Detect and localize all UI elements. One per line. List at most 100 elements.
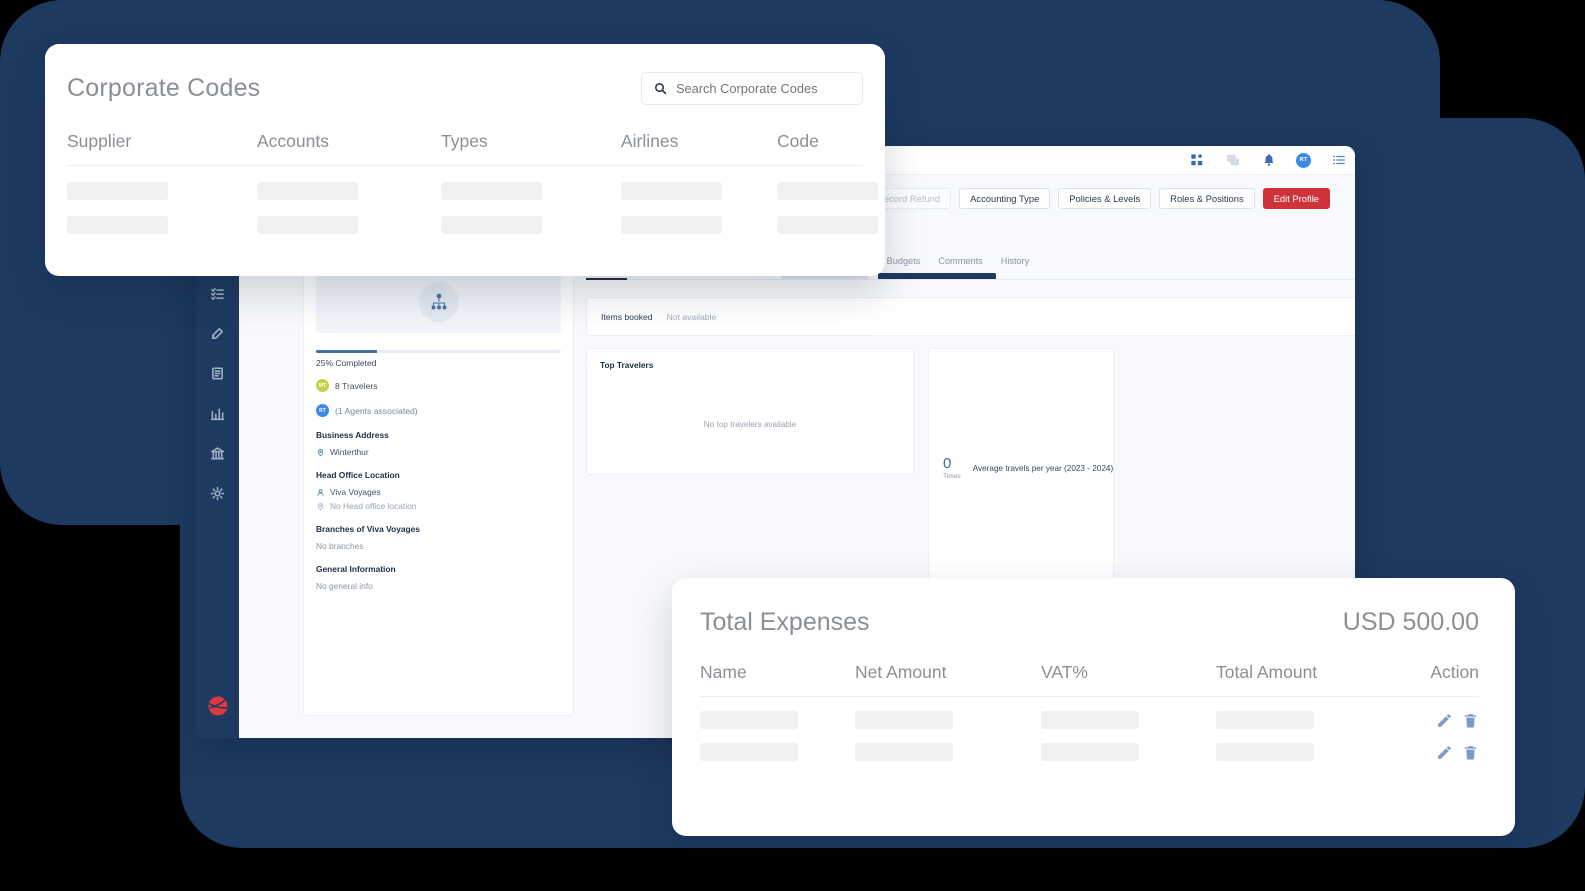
cell-vat-placeholder [1041, 743, 1216, 761]
cell-code-placeholder [777, 182, 907, 200]
edit-profile-button[interactable]: Edit Profile [1262, 187, 1330, 209]
cell-supplier-placeholder [67, 216, 257, 234]
column-header-total-amount: Total Amount [1216, 662, 1318, 682]
column-header-code: Code [777, 131, 819, 151]
page-title: Corporate Codes [67, 74, 261, 102]
search-icon [654, 82, 667, 95]
roles-positions-button[interactable]: Roles & Positions [1159, 187, 1255, 209]
tab-budgets[interactable]: Budgets [887, 256, 921, 272]
traveler-badge: MT [316, 379, 329, 392]
cell-total-amount-placeholder [1216, 743, 1419, 761]
cell-name-placeholder [700, 743, 855, 761]
cell-types-placeholder [441, 216, 621, 234]
row-actions [1419, 712, 1479, 729]
list-icon[interactable] [1330, 152, 1347, 169]
column-header-net-amount: Net Amount [855, 662, 947, 682]
column-header-types: Types [441, 131, 488, 151]
total-expenses-card: Total Expenses USD 500.00 Name Net Amoun… [672, 578, 1515, 836]
delete-icon[interactable] [1462, 712, 1479, 729]
head-office-company-line: Viva Voyages [316, 487, 561, 497]
org-thumbnail [316, 271, 561, 333]
tab-comments[interactable]: Comments [938, 256, 982, 272]
kpi-value: 0 [943, 455, 952, 472]
completion-progress-label: 25% Completed [316, 358, 377, 368]
expenses-table: Name Net Amount VAT% Total Amount Action [700, 662, 1479, 761]
cell-total-amount-placeholder [1216, 711, 1419, 729]
task-list-icon[interactable] [205, 280, 231, 306]
avatar[interactable]: RT [1296, 152, 1311, 168]
apps-grid-icon[interactable] [1188, 152, 1205, 169]
corporate-codes-card: Corporate Codes Supplier Accounts Types … [45, 44, 885, 276]
table-row [67, 166, 878, 200]
bank-icon[interactable] [205, 440, 231, 466]
pin-icon [317, 502, 324, 510]
delete-icon[interactable] [1462, 744, 1479, 761]
business-address-value: Winterthur [330, 447, 369, 457]
top-travelers-panel: Top Travelers No top travelers available [586, 348, 914, 475]
edit-icon[interactable] [1436, 744, 1453, 761]
cell-vat-placeholder [1041, 711, 1216, 729]
policies-levels-button[interactable]: Policies & Levels [1058, 187, 1152, 209]
globe-logo-icon[interactable] [206, 694, 230, 718]
head-office-location-value: No Head office location [330, 501, 417, 511]
edit-note-icon[interactable] [205, 320, 231, 346]
branches-value: No branches [316, 541, 364, 551]
kpi-description: Average travels per year (2023 - 2024) [972, 463, 1114, 473]
agents-row[interactable]: RT (1 Agents associated) [316, 404, 561, 417]
travelers-label: 8 Travelers [335, 380, 378, 391]
page-title: Total Expenses [700, 608, 870, 636]
tab-history[interactable]: History [1001, 256, 1030, 272]
cell-types-placeholder [441, 182, 621, 200]
chat-icon[interactable] [1224, 152, 1241, 169]
cell-airlines-placeholder [621, 182, 777, 200]
accounting-type-button[interactable]: Accounting Type [959, 187, 1051, 209]
general-information-title: General Information [316, 564, 396, 574]
cell-net-amount-placeholder [855, 743, 1041, 761]
kpi-unit: Times [943, 473, 961, 480]
head-office-company: Viva Voyages [330, 487, 381, 497]
row-actions [1419, 744, 1479, 761]
column-header-action: Action [1430, 662, 1479, 682]
kpi-average-travels: 0 Times Average travels per year (2023 -… [928, 348, 1115, 588]
column-header-name: Name [700, 662, 747, 682]
chart-icon[interactable] [205, 400, 231, 426]
branches-title: Branches of Viva Voyages [316, 524, 420, 534]
cell-accounts-placeholder [257, 216, 441, 234]
org-chart-icon [418, 282, 459, 322]
corporate-codes-header: Corporate Codes [67, 72, 863, 105]
person-icon [317, 488, 324, 496]
total-expenses-header: Total Expenses USD 500.00 [700, 608, 1479, 637]
gear-icon[interactable] [205, 480, 231, 506]
cell-net-amount-placeholder [855, 711, 1041, 729]
table-header-row: Name Net Amount VAT% Total Amount Action [700, 662, 1479, 697]
company-info-card: 25% Completed MT 8 Travelers RT (1 Agent… [303, 256, 574, 716]
bell-icon[interactable] [1260, 152, 1277, 169]
cell-accounts-placeholder [257, 182, 441, 200]
cell-name-placeholder [700, 711, 855, 729]
cell-supplier-placeholder [67, 182, 257, 200]
table-row [67, 200, 878, 234]
column-header-supplier: Supplier [67, 131, 132, 151]
top-travelers-empty: No top travelers available [703, 420, 797, 430]
table-row [700, 729, 1479, 761]
head-office-title: Head Office Location [316, 470, 400, 480]
agents-label: (1 Agents associated) [335, 405, 418, 416]
search-box[interactable] [641, 72, 863, 105]
agent-badge: RT [316, 404, 329, 417]
document-icon[interactable] [205, 360, 231, 386]
table-row [700, 697, 1479, 729]
items-booked-label: Items booked [601, 311, 653, 322]
items-booked-value: Not available [666, 311, 717, 322]
edit-icon[interactable] [1436, 712, 1453, 729]
business-address-line: Winterthur [316, 447, 561, 457]
cell-code-placeholder [777, 216, 907, 234]
travelers-row[interactable]: MT 8 Travelers [316, 379, 561, 392]
general-information-value: No general info [316, 581, 373, 591]
search-input[interactable] [676, 81, 850, 96]
column-header-vat: VAT% [1041, 662, 1088, 682]
column-header-accounts: Accounts [257, 131, 329, 151]
corporate-codes-table: Supplier Accounts Types Airlines Code [67, 131, 878, 234]
total-amount-value: USD 500.00 [1342, 608, 1479, 636]
table-header-row: Supplier Accounts Types Airlines Code [67, 131, 863, 166]
items-booked-panel: Items booked Not available [586, 297, 1355, 336]
